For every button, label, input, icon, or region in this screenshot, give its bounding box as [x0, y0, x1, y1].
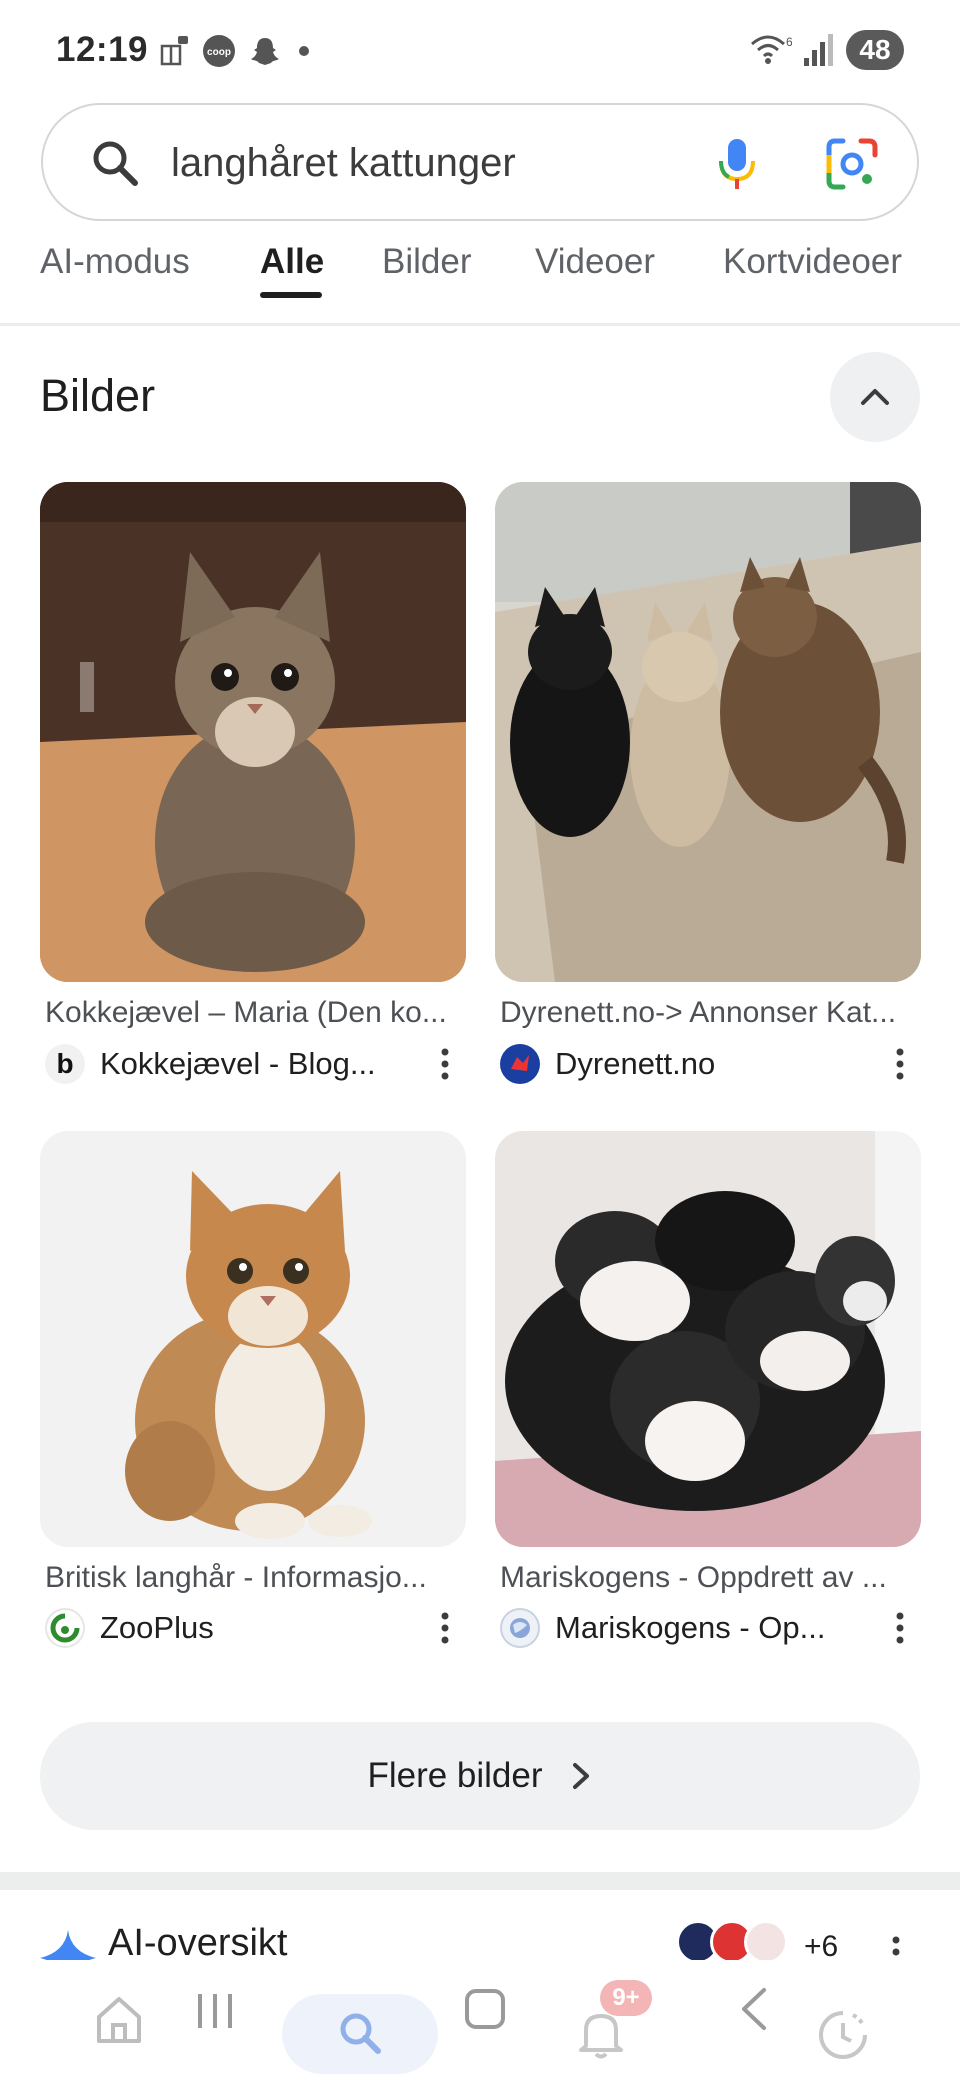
battery-icon: 48: [846, 30, 904, 70]
image-thumbnail[interactable]: [495, 482, 921, 982]
search-bar[interactable]: langhåret kattunger: [41, 103, 919, 221]
image-thumbnail[interactable]: [40, 1131, 466, 1547]
svg-text:coop: coop: [207, 47, 231, 58]
result-source[interactable]: Mariskogens - Op...: [500, 1608, 920, 1648]
collapse-button[interactable]: [830, 352, 920, 442]
back-button[interactable]: [720, 1974, 790, 2044]
google-lens-icon[interactable]: [823, 135, 881, 193]
chevron-right-icon: [572, 1763, 589, 1789]
result-source[interactable]: b Kokkejævel - Blog...: [45, 1044, 465, 1084]
section-divider: [0, 1872, 960, 1890]
source-name: Kokkejævel - Blog...: [100, 1046, 376, 1081]
more-images-button[interactable]: Flere bilder: [40, 1722, 920, 1830]
search-nav-button[interactable]: [325, 1998, 395, 2068]
tab-all[interactable]: Alle: [260, 242, 324, 282]
recents-icon: [198, 1994, 232, 2028]
result-title[interactable]: Britisk langhår - Informasjo...: [45, 1561, 465, 1595]
more-vert-icon[interactable]: [894, 1610, 906, 1646]
status-right: 6 48: [748, 30, 904, 70]
tab-images[interactable]: Bilder: [382, 242, 471, 282]
source-name: ZooPlus: [100, 1610, 214, 1645]
result-source[interactable]: Dyrenett.no: [500, 1044, 920, 1084]
result-title[interactable]: Mariskogens - Oppdrett av ...: [500, 1561, 920, 1595]
microphone-icon[interactable]: [707, 133, 767, 193]
ai-overview-label: AI-oversikt: [108, 1922, 288, 1960]
svg-text:6: 6: [786, 35, 792, 49]
favicon-icon: b: [45, 1044, 85, 1084]
kitten-photo: [495, 1131, 921, 1547]
kitten-photo: [40, 482, 466, 982]
more-vert-icon[interactable]: [890, 1934, 902, 1960]
back-icon: [742, 1988, 766, 2030]
favicon-icon: [500, 1608, 540, 1648]
search-tabs: AI-modus Alle Bilder Videoer Kortvideoer: [0, 226, 960, 326]
overview-icon: [465, 1989, 505, 2029]
search-input[interactable]: langhåret kattunger: [171, 141, 516, 186]
more-images-label: Flere bilder: [367, 1756, 543, 1795]
sparkle-icon: [40, 1930, 96, 1960]
kitten-photo: [495, 482, 921, 982]
notification-badge: 9+: [600, 1980, 652, 2016]
status-notification-icons: coop: [156, 34, 314, 68]
chevron-up-icon: [861, 389, 889, 405]
source-avatars: [676, 1920, 788, 1960]
home-button[interactable]: [84, 1984, 154, 2054]
activity-icon: [819, 2011, 867, 2059]
page: 12:19 coop 6 48 langhåret kattunger AI-m…: [0, 0, 960, 2080]
active-tab-indicator: [260, 292, 322, 298]
wifi-icon: 6: [751, 35, 792, 64]
more-vert-icon[interactable]: [439, 1610, 451, 1646]
image-thumbnail[interactable]: [495, 1131, 921, 1547]
favicon-icon: [500, 1044, 540, 1084]
gift-icon: [160, 36, 188, 66]
tab-short-videos[interactable]: Kortvideoer: [723, 242, 902, 282]
result-title[interactable]: Dyrenett.no-> Annonser Kat...: [500, 996, 920, 1030]
home-icon: [97, 1997, 141, 2043]
favicon-icon: [45, 1608, 85, 1648]
signal-icon: [804, 34, 833, 66]
recents-button[interactable]: [180, 1976, 250, 2046]
extra-source-count: +6: [804, 1930, 839, 1960]
more-vert-icon[interactable]: [894, 1046, 906, 1082]
source-name: Dyrenett.no: [555, 1046, 716, 1081]
kitten-photo: [40, 1131, 466, 1547]
overview-button[interactable]: [450, 1974, 520, 2044]
avatar: [744, 1920, 788, 1960]
status-time: 12:19: [56, 30, 149, 69]
favicon-letter: b: [56, 1048, 74, 1079]
images-section-title: Bilder: [40, 370, 156, 421]
tab-ai-mode[interactable]: AI-modus: [40, 242, 190, 282]
search-icon: [93, 141, 138, 186]
source-name: Mariskogens - Op...: [555, 1610, 826, 1645]
more-vert-icon[interactable]: [439, 1046, 451, 1082]
tab-videos[interactable]: Videoer: [535, 242, 655, 282]
result-title[interactable]: Kokkejævel – Maria (Den ko...: [45, 996, 465, 1030]
dot-icon: [299, 46, 309, 56]
bottom-navigation: 9+: [0, 1960, 960, 2080]
coop-icon: coop: [203, 35, 235, 67]
snapchat-icon: [251, 38, 279, 65]
activity-button[interactable]: [808, 2000, 878, 2070]
status-bar: 12:19 coop 6 48: [0, 0, 960, 100]
result-source[interactable]: ZooPlus: [45, 1608, 465, 1648]
search-icon: [340, 2013, 381, 2054]
ai-overview-row[interactable]: AI-oversikt +6: [0, 1900, 960, 1960]
image-thumbnail[interactable]: [40, 482, 466, 982]
